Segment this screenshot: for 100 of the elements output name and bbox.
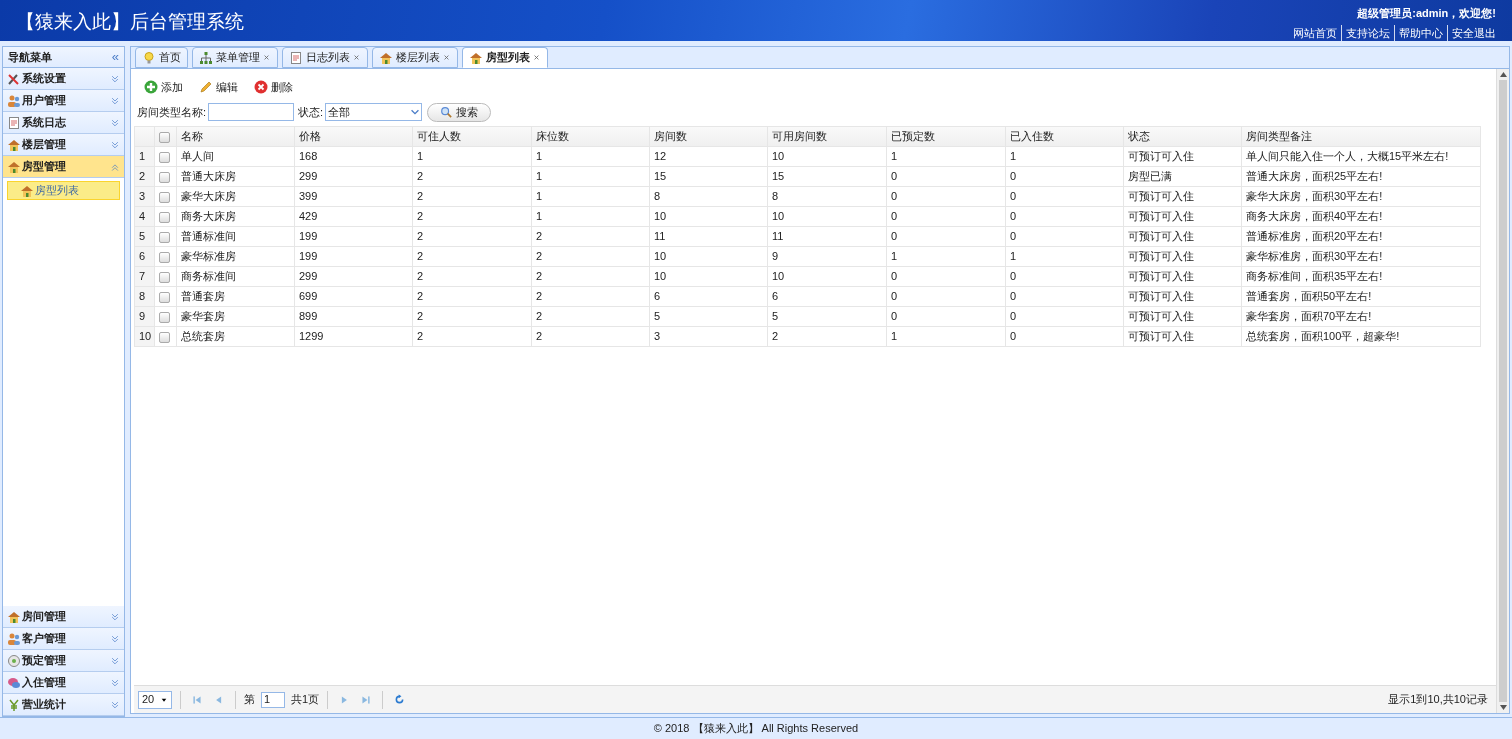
tab[interactable]: 楼层列表 <box>372 47 458 68</box>
app-title: 【猿来入此】后台管理系统 <box>16 10 244 34</box>
menu-section-header[interactable]: 房型管理 <box>3 156 124 178</box>
row-checkbox[interactable] <box>159 331 170 343</box>
toolbar-button[interactable]: 编辑 <box>197 76 240 98</box>
people-icon <box>7 93 21 108</box>
toolbar-button[interactable]: 删除 <box>252 76 295 98</box>
column-header: 价格 <box>294 126 413 147</box>
table-cell: 可预订可入住 <box>1123 326 1242 347</box>
header-link[interactable]: 帮助中心 <box>1394 24 1443 41</box>
close-icon <box>532 53 541 62</box>
column-header: 已预定数 <box>886 126 1006 147</box>
header-link[interactable]: 网站首页 <box>1293 24 1337 41</box>
expand-chevron-icon <box>110 633 120 644</box>
table-cell: 1 <box>531 186 650 207</box>
row-checkbox[interactable] <box>159 311 170 323</box>
row-checkbox[interactable] <box>159 271 170 283</box>
row-checkbox[interactable] <box>159 191 170 203</box>
row-checkbox[interactable] <box>159 251 170 263</box>
last-page-icon <box>361 694 372 705</box>
row-checkbox[interactable] <box>159 151 170 163</box>
table-cell: 2 <box>531 286 650 307</box>
table-cell: 1 <box>886 246 1006 267</box>
table-cell: 豪华标准房 <box>176 246 295 267</box>
table-cell: 8 <box>649 186 768 207</box>
table-cell: 10 <box>649 246 768 267</box>
status-label: 状态: <box>298 104 324 120</box>
lightbulb-icon <box>142 50 156 65</box>
document-icon <box>289 50 303 65</box>
page-size-select[interactable]: 20 <box>138 690 172 709</box>
table-cell: 豪华套房，面积70平左右! <box>1241 306 1481 327</box>
table-cell: 0 <box>886 306 1006 327</box>
table-cell: 0 <box>1005 306 1124 327</box>
toolbar-button[interactable]: 添加 <box>142 76 185 98</box>
expand-chevron-icon <box>110 677 120 688</box>
status-dropdown[interactable]: 全部 <box>325 103 423 121</box>
search-button[interactable]: 搜索 <box>427 102 492 122</box>
table-cell: 可预订可入住 <box>1123 306 1242 327</box>
page-number-field[interactable]: 1 <box>261 691 285 708</box>
submenu-item[interactable]: 房型列表 <box>7 181 120 200</box>
header-link[interactable]: 支持论坛 <box>1341 24 1390 41</box>
document-icon <box>7 115 21 130</box>
tab[interactable]: 首页 <box>135 47 188 68</box>
row-checkbox[interactable] <box>159 291 170 303</box>
table-cell: 168 <box>294 146 413 167</box>
menu-section-header[interactable]: 系统日志 <box>3 112 124 134</box>
table-cell: 商务标准间，面积35平左右! <box>1241 266 1481 287</box>
page-total: 共1页 <box>291 692 320 708</box>
table-cell: 总统套房，面积100平，超豪华! <box>1241 326 1481 347</box>
menu-section-header[interactable]: 楼层管理 <box>3 134 124 156</box>
table-cell: 0 <box>1005 166 1124 187</box>
row-checkbox[interactable] <box>159 211 170 223</box>
menu-section-header[interactable]: 用户管理 <box>3 90 124 112</box>
table-cell: 12 <box>649 146 768 167</box>
house-icon <box>7 159 21 174</box>
table-cell: 0 <box>1005 326 1124 347</box>
yen-icon <box>7 697 21 712</box>
expand-chevron-icon <box>110 73 120 84</box>
search-field[interactable] <box>208 103 295 121</box>
menu-section-header[interactable]: 营业统计 <box>3 694 124 716</box>
table-cell: 0 <box>1005 266 1124 287</box>
first-page-icon <box>192 694 202 705</box>
table-cell: 房型已满 <box>1123 166 1242 187</box>
table-cell: 单人间 <box>176 146 295 167</box>
row-number: 6 <box>134 246 155 267</box>
header-checkbox[interactable] <box>159 131 170 143</box>
scroll-up-icon[interactable] <box>1499 72 1507 77</box>
menu-section-header[interactable]: 预定管理 <box>3 650 124 672</box>
close-icon <box>352 53 361 62</box>
menu-section-header[interactable]: 入住管理 <box>3 672 124 694</box>
table-cell: 10 <box>767 206 887 227</box>
table-cell: 商务大床房，面积40平左右! <box>1241 206 1481 227</box>
table-cell: 0 <box>886 206 1006 227</box>
row-checkbox[interactable] <box>159 171 170 183</box>
table-cell: 单人间只能入住一个人，大概15平米左右! <box>1241 146 1481 167</box>
tab[interactable]: 房型列表 <box>462 47 548 68</box>
expand-chevron-icon <box>110 655 120 666</box>
tab[interactable]: 菜单管理 <box>192 47 278 68</box>
column-header: 可住人数 <box>412 126 532 147</box>
table-cell: 1 <box>412 146 532 167</box>
table-cell: 可预订可入住 <box>1123 246 1242 267</box>
tab[interactable]: 日志列表 <box>282 47 368 68</box>
menu-section-header[interactable]: 房间管理 <box>3 606 124 628</box>
collapse-button[interactable]: « <box>111 47 119 67</box>
previous-page-icon <box>214 694 224 705</box>
table-cell: 10 <box>767 146 887 167</box>
expand-chevron-icon <box>110 95 120 106</box>
row-number: 3 <box>134 186 155 207</box>
scrollbar[interactable] <box>1496 69 1509 713</box>
header-link[interactable]: 安全退出 <box>1447 24 1496 41</box>
disc-icon <box>7 653 21 668</box>
row-number: 5 <box>134 226 155 247</box>
menu-section-header[interactable]: 系统设置 <box>3 68 124 90</box>
row-checkbox[interactable] <box>159 231 170 243</box>
table-cell: 1 <box>531 166 650 187</box>
menu-section-header[interactable]: 客户管理 <box>3 628 124 650</box>
record-summary: 显示1到10,共10记录 <box>1388 692 1488 708</box>
row-number: 7 <box>134 266 155 287</box>
table-cell: 3 <box>649 326 768 347</box>
scroll-down-icon[interactable] <box>1499 705 1507 710</box>
